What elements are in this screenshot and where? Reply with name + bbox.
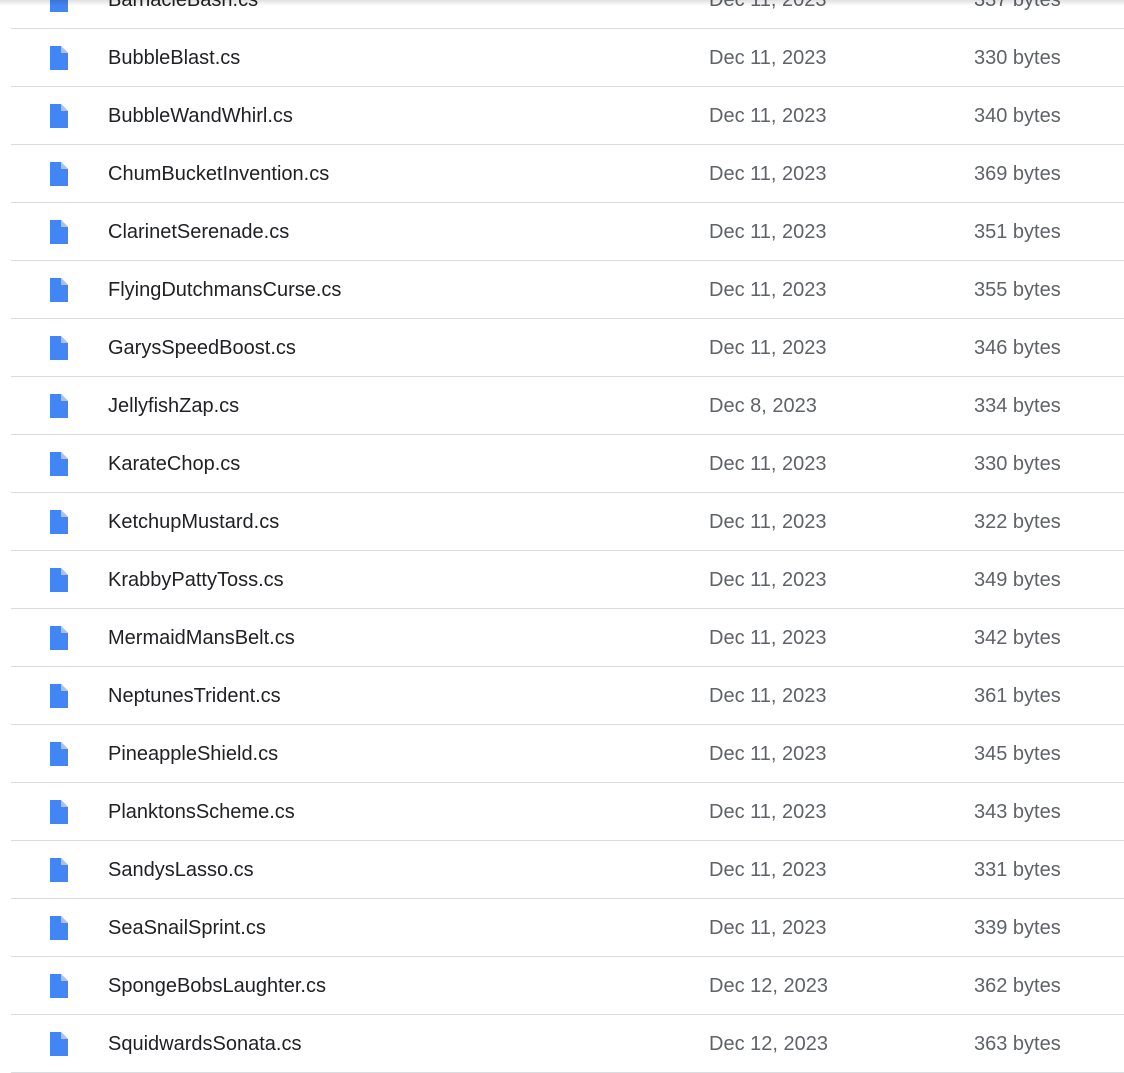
file-modified-date: Dec 11, 2023 <box>709 511 827 533</box>
file-name: ClarinetSerenade.cs <box>108 221 290 243</box>
file-name: KrabbyPattyToss.cs <box>108 569 284 591</box>
file-row[interactable]: MermaidMansBelt.cs Dec 11, 2023 342 byte… <box>11 609 1124 667</box>
file-row[interactable]: ChumBucketInvention.cs Dec 11, 2023 369 … <box>11 145 1124 203</box>
file-document-icon <box>50 742 68 766</box>
file-document-icon <box>50 452 68 476</box>
file-modified-date: Dec 11, 2023 <box>709 627 827 649</box>
file-name: SandysLasso.cs <box>108 859 254 881</box>
file-modified-date: Dec 11, 2023 <box>709 917 827 939</box>
file-row[interactable]: SquidwardsSonata.cs Dec 12, 2023 363 byt… <box>11 1015 1124 1073</box>
file-document-icon <box>50 858 68 882</box>
file-row[interactable]: NeptunesTrident.cs Dec 11, 2023 361 byte… <box>11 667 1124 725</box>
file-modified-date: Dec 8, 2023 <box>709 395 817 417</box>
file-modified-date: Dec 12, 2023 <box>709 1033 828 1055</box>
file-name: PlanktonsScheme.cs <box>108 801 295 823</box>
file-modified-date: Dec 11, 2023 <box>709 685 827 707</box>
file-name: SeaSnailSprint.cs <box>108 917 266 939</box>
file-size: 363 bytes <box>974 1033 1061 1055</box>
file-row[interactable]: SeaSnailSprint.cs Dec 11, 2023 339 bytes <box>11 899 1124 957</box>
file-size: 343 bytes <box>974 801 1061 823</box>
file-size: 361 bytes <box>974 685 1061 707</box>
file-document-icon <box>50 336 68 360</box>
file-row[interactable]: JellyfishZap.cs Dec 8, 2023 334 bytes <box>11 377 1124 435</box>
file-name: BubbleBlast.cs <box>108 47 241 69</box>
file-row[interactable]: PineappleShield.cs Dec 11, 2023 345 byte… <box>11 725 1124 783</box>
file-modified-date: Dec 11, 2023 <box>709 0 827 11</box>
file-row[interactable]: ClarinetSerenade.cs Dec 11, 2023 351 byt… <box>11 203 1124 261</box>
file-size: 369 bytes <box>974 163 1061 185</box>
file-document-icon <box>50 278 68 302</box>
file-row[interactable]: BubbleWandWhirl.cs Dec 11, 2023 340 byte… <box>11 87 1124 145</box>
file-size: 331 bytes <box>974 859 1061 881</box>
file-size: 342 bytes <box>974 627 1061 649</box>
file-modified-date: Dec 11, 2023 <box>709 337 827 359</box>
file-size: 345 bytes <box>974 743 1061 765</box>
file-row[interactable]: KrabbyPattyToss.cs Dec 11, 2023 349 byte… <box>11 551 1124 609</box>
file-modified-date: Dec 11, 2023 <box>709 453 827 475</box>
file-row[interactable]: KetchupMustard.cs Dec 11, 2023 322 bytes <box>11 493 1124 551</box>
file-name: BarnacleBash.cs <box>108 0 259 11</box>
file-modified-date: Dec 12, 2023 <box>709 975 828 997</box>
file-name: JellyfishZap.cs <box>108 395 240 417</box>
file-name: SquidwardsSonata.cs <box>108 1033 302 1055</box>
file-document-icon <box>50 220 68 244</box>
file-document-icon <box>50 626 68 650</box>
file-row[interactable]: KarateChop.cs Dec 11, 2023 330 bytes <box>11 435 1124 493</box>
file-name: KarateChop.cs <box>108 453 241 475</box>
file-modified-date: Dec 11, 2023 <box>709 743 827 765</box>
file-row[interactable]: BubbleBlast.cs Dec 11, 2023 330 bytes <box>11 29 1124 87</box>
file-modified-date: Dec 11, 2023 <box>709 47 827 69</box>
file-row[interactable]: PlanktonsScheme.cs Dec 11, 2023 343 byte… <box>11 783 1124 841</box>
file-modified-date: Dec 11, 2023 <box>709 105 827 127</box>
file-size: 340 bytes <box>974 105 1061 127</box>
file-name: GarysSpeedBoost.cs <box>108 337 296 359</box>
file-size: 362 bytes <box>974 975 1061 997</box>
file-row[interactable]: BarnacleBash.cs Dec 11, 2023 337 bytes <box>11 0 1124 29</box>
file-size: 334 bytes <box>974 395 1061 417</box>
file-list: BarnacleBash.cs Dec 11, 2023 337 bytes B… <box>11 0 1124 1073</box>
file-row[interactable]: GarysSpeedBoost.cs Dec 11, 2023 346 byte… <box>11 319 1124 377</box>
file-document-icon <box>50 510 68 534</box>
file-modified-date: Dec 11, 2023 <box>709 279 827 301</box>
file-size: 322 bytes <box>974 511 1061 533</box>
file-size: 337 bytes <box>974 0 1061 11</box>
file-name: MermaidMansBelt.cs <box>108 627 295 649</box>
file-modified-date: Dec 11, 2023 <box>709 859 827 881</box>
file-size: 355 bytes <box>974 279 1061 301</box>
file-document-icon <box>50 394 68 418</box>
file-document-icon <box>50 800 68 824</box>
file-document-icon <box>50 46 68 70</box>
file-row[interactable]: SandysLasso.cs Dec 11, 2023 331 bytes <box>11 841 1124 899</box>
file-document-icon <box>50 974 68 998</box>
file-name: NeptunesTrident.cs <box>108 685 281 707</box>
file-document-icon <box>50 568 68 592</box>
file-document-icon <box>50 916 68 940</box>
file-name: FlyingDutchmansCurse.cs <box>108 279 342 301</box>
file-size: 330 bytes <box>974 453 1061 475</box>
file-name: ChumBucketInvention.cs <box>108 163 330 185</box>
file-row[interactable]: SpongeBobsLaughter.cs Dec 12, 2023 362 b… <box>11 957 1124 1015</box>
file-name: BubbleWandWhirl.cs <box>108 105 293 127</box>
file-document-icon <box>50 1032 68 1056</box>
file-document-icon <box>50 104 68 128</box>
file-modified-date: Dec 11, 2023 <box>709 221 827 243</box>
file-document-icon <box>50 0 68 12</box>
file-name: SpongeBobsLaughter.cs <box>108 975 326 997</box>
file-document-icon <box>50 162 68 186</box>
file-modified-date: Dec 11, 2023 <box>709 569 827 591</box>
file-size: 339 bytes <box>974 917 1061 939</box>
file-size: 349 bytes <box>974 569 1061 591</box>
file-document-icon <box>50 684 68 708</box>
file-name: KetchupMustard.cs <box>108 511 280 533</box>
file-modified-date: Dec 11, 2023 <box>709 163 827 185</box>
file-size: 346 bytes <box>974 337 1061 359</box>
file-row[interactable]: FlyingDutchmansCurse.cs Dec 11, 2023 355… <box>11 261 1124 319</box>
file-modified-date: Dec 11, 2023 <box>709 801 827 823</box>
file-name: PineappleShield.cs <box>108 743 279 765</box>
file-size: 330 bytes <box>974 47 1061 69</box>
file-size: 351 bytes <box>974 221 1061 243</box>
